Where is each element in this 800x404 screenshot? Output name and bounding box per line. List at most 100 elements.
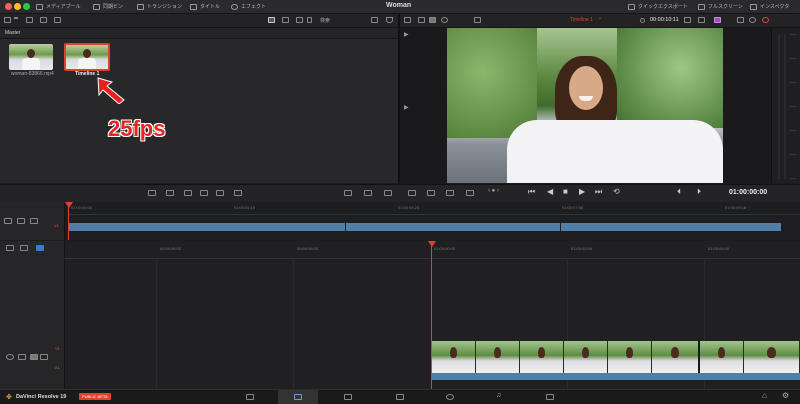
track-lock-icon[interactable] xyxy=(18,354,26,360)
clip-timeline-1[interactable] xyxy=(64,43,110,71)
zoom-window-button[interactable] xyxy=(23,3,30,10)
track-auto-icon[interactable] xyxy=(6,354,14,360)
dual-icon[interactable] xyxy=(364,190,372,196)
mini-clip[interactable] xyxy=(561,223,781,231)
viewer-single-icon[interactable] xyxy=(418,17,425,23)
play-icon[interactable]: ▶ xyxy=(579,187,585,196)
track-lock-icon[interactable] xyxy=(4,218,12,224)
thumbnail-view-icon[interactable] xyxy=(268,17,275,23)
speaker-icon[interactable] xyxy=(30,354,38,360)
timeline-settings-icon[interactable] xyxy=(20,245,28,251)
timeline-selector[interactable]: Timeline 1 xyxy=(570,17,593,23)
top-timecode[interactable]: 00:00:10:11 xyxy=(650,17,679,23)
grade-icon[interactable] xyxy=(466,190,474,196)
home-icon[interactable]: ⌂ xyxy=(762,391,767,400)
jog-icon[interactable]: ‹ ● › xyxy=(488,188,499,194)
mini-clip[interactable] xyxy=(69,223,345,231)
append-icon[interactable] xyxy=(166,190,174,196)
track-label: A1 xyxy=(55,365,60,370)
play-reverse-icon[interactable]: ◀ xyxy=(547,187,553,196)
inspector-button[interactable]: インスペクタ xyxy=(750,1,789,12)
chevron-down-icon[interactable]: ⌄ xyxy=(598,15,602,21)
smart-insert-icon[interactable] xyxy=(148,190,156,196)
minimize-window-button[interactable] xyxy=(14,3,21,10)
track-video-icon[interactable] xyxy=(17,218,25,224)
bin-name[interactable]: Master xyxy=(5,30,20,36)
loop-icon[interactable]: ⟲ xyxy=(613,187,620,196)
playhead[interactable] xyxy=(431,245,432,389)
track-video-icon[interactable] xyxy=(40,354,48,360)
audio-tools-icon[interactable] xyxy=(427,190,435,196)
playhead-handle[interactable] xyxy=(428,241,436,247)
page-cut-icon[interactable] xyxy=(294,394,302,400)
media-pool: Master woman-83866.mp4 Timeline 1 25fps xyxy=(0,28,398,183)
audio-icon[interactable] xyxy=(737,17,744,23)
collapse-icon[interactable]: ▶ xyxy=(404,31,409,38)
media-toolbar: 検索 Timeline 1 ⌄ 00:00:10:11 xyxy=(0,14,800,28)
crop-icon[interactable] xyxy=(698,17,705,23)
side-toggle-icon[interactable]: ▶ xyxy=(404,104,409,111)
clip-tools-icon[interactable] xyxy=(408,190,416,196)
page-deliver-icon[interactable] xyxy=(546,394,554,400)
menu-icon[interactable] xyxy=(386,17,393,23)
mini-playhead[interactable] xyxy=(68,206,69,240)
ruler-tick: 01:00:04:23 xyxy=(398,205,420,210)
video-clip-v1[interactable] xyxy=(432,341,800,373)
place-on-top-icon[interactable] xyxy=(216,190,224,196)
tab-titles[interactable]: タイトル xyxy=(190,1,220,12)
grid-view-icon[interactable] xyxy=(282,17,289,23)
tab-effects[interactable]: エフェクト xyxy=(231,1,266,12)
tab-transitions[interactable]: トランジション xyxy=(137,1,182,12)
page-fairlight-icon[interactable]: ♫ xyxy=(496,392,501,399)
tab-sync-bin[interactable]: 同期ビン xyxy=(93,1,123,12)
trim-icon[interactable] xyxy=(344,190,352,196)
folder-icon[interactable] xyxy=(40,17,47,23)
prev-edit-icon[interactable]: ⏴ xyxy=(677,187,681,197)
audio-clip-a1[interactable] xyxy=(432,373,800,380)
track-audio-icon[interactable] xyxy=(30,218,38,224)
audio-meter-icon[interactable] xyxy=(371,17,378,23)
fit-icon[interactable] xyxy=(474,17,481,23)
page-media-icon[interactable] xyxy=(246,394,254,400)
page-color-icon[interactable] xyxy=(446,394,454,400)
fullscreen-button[interactable]: フルスクリーン xyxy=(698,1,743,12)
viewer-dual-icon[interactable] xyxy=(429,17,436,23)
new-bin-icon[interactable] xyxy=(54,17,61,23)
page-fusion-icon[interactable] xyxy=(396,394,404,400)
mini-playhead-handle[interactable] xyxy=(65,202,73,208)
chevron-down-icon[interactable] xyxy=(14,17,18,23)
ruler-tick: 01:00:07:08 xyxy=(562,205,584,210)
quick-export-button[interactable]: クイックエクスポート xyxy=(628,1,688,12)
sort-icon[interactable] xyxy=(307,17,312,23)
viewer-layout-icon[interactable] xyxy=(404,17,411,23)
effects-tools-icon[interactable] xyxy=(446,190,454,196)
next-edit-icon[interactable]: ⏵ xyxy=(697,187,701,197)
timeline-view-icon[interactable] xyxy=(6,245,14,251)
go-to-start-icon[interactable]: ⏮ xyxy=(528,187,535,197)
page-edit-icon[interactable] xyxy=(344,394,352,400)
zoom-icon[interactable] xyxy=(441,17,448,23)
tab-media-pool[interactable]: メディアプール xyxy=(36,1,81,12)
color-output-icon[interactable] xyxy=(714,17,721,23)
go-to-end-icon[interactable]: ⏭ xyxy=(595,187,602,197)
mini-clip[interactable] xyxy=(346,223,560,231)
close-window-button[interactable] xyxy=(5,3,12,10)
gear-icon[interactable]: ⚙ xyxy=(782,391,789,400)
video-preview[interactable] xyxy=(447,28,723,183)
snap-icon[interactable] xyxy=(36,245,44,251)
ruler-tick: 01:00:04:00 xyxy=(708,246,730,251)
clip-woman-mp4[interactable] xyxy=(9,44,53,70)
transport-timecode[interactable]: 01:00:00:00 xyxy=(729,189,767,196)
layout-icon[interactable] xyxy=(384,190,392,196)
source-overwrite-icon[interactable] xyxy=(234,190,242,196)
import-icon[interactable] xyxy=(26,17,33,23)
options-icon[interactable] xyxy=(749,17,756,23)
sidebar-toggle-icon[interactable] xyxy=(4,17,11,23)
stop-icon[interactable]: ■ xyxy=(563,187,568,196)
list-view-icon[interactable] xyxy=(296,17,303,23)
close-up-icon[interactable] xyxy=(200,190,208,196)
search-label[interactable]: 検索 xyxy=(320,17,330,24)
ripple-overwrite-icon[interactable] xyxy=(184,190,192,196)
transform-icon[interactable] xyxy=(684,17,691,23)
color-icon[interactable] xyxy=(762,17,769,23)
